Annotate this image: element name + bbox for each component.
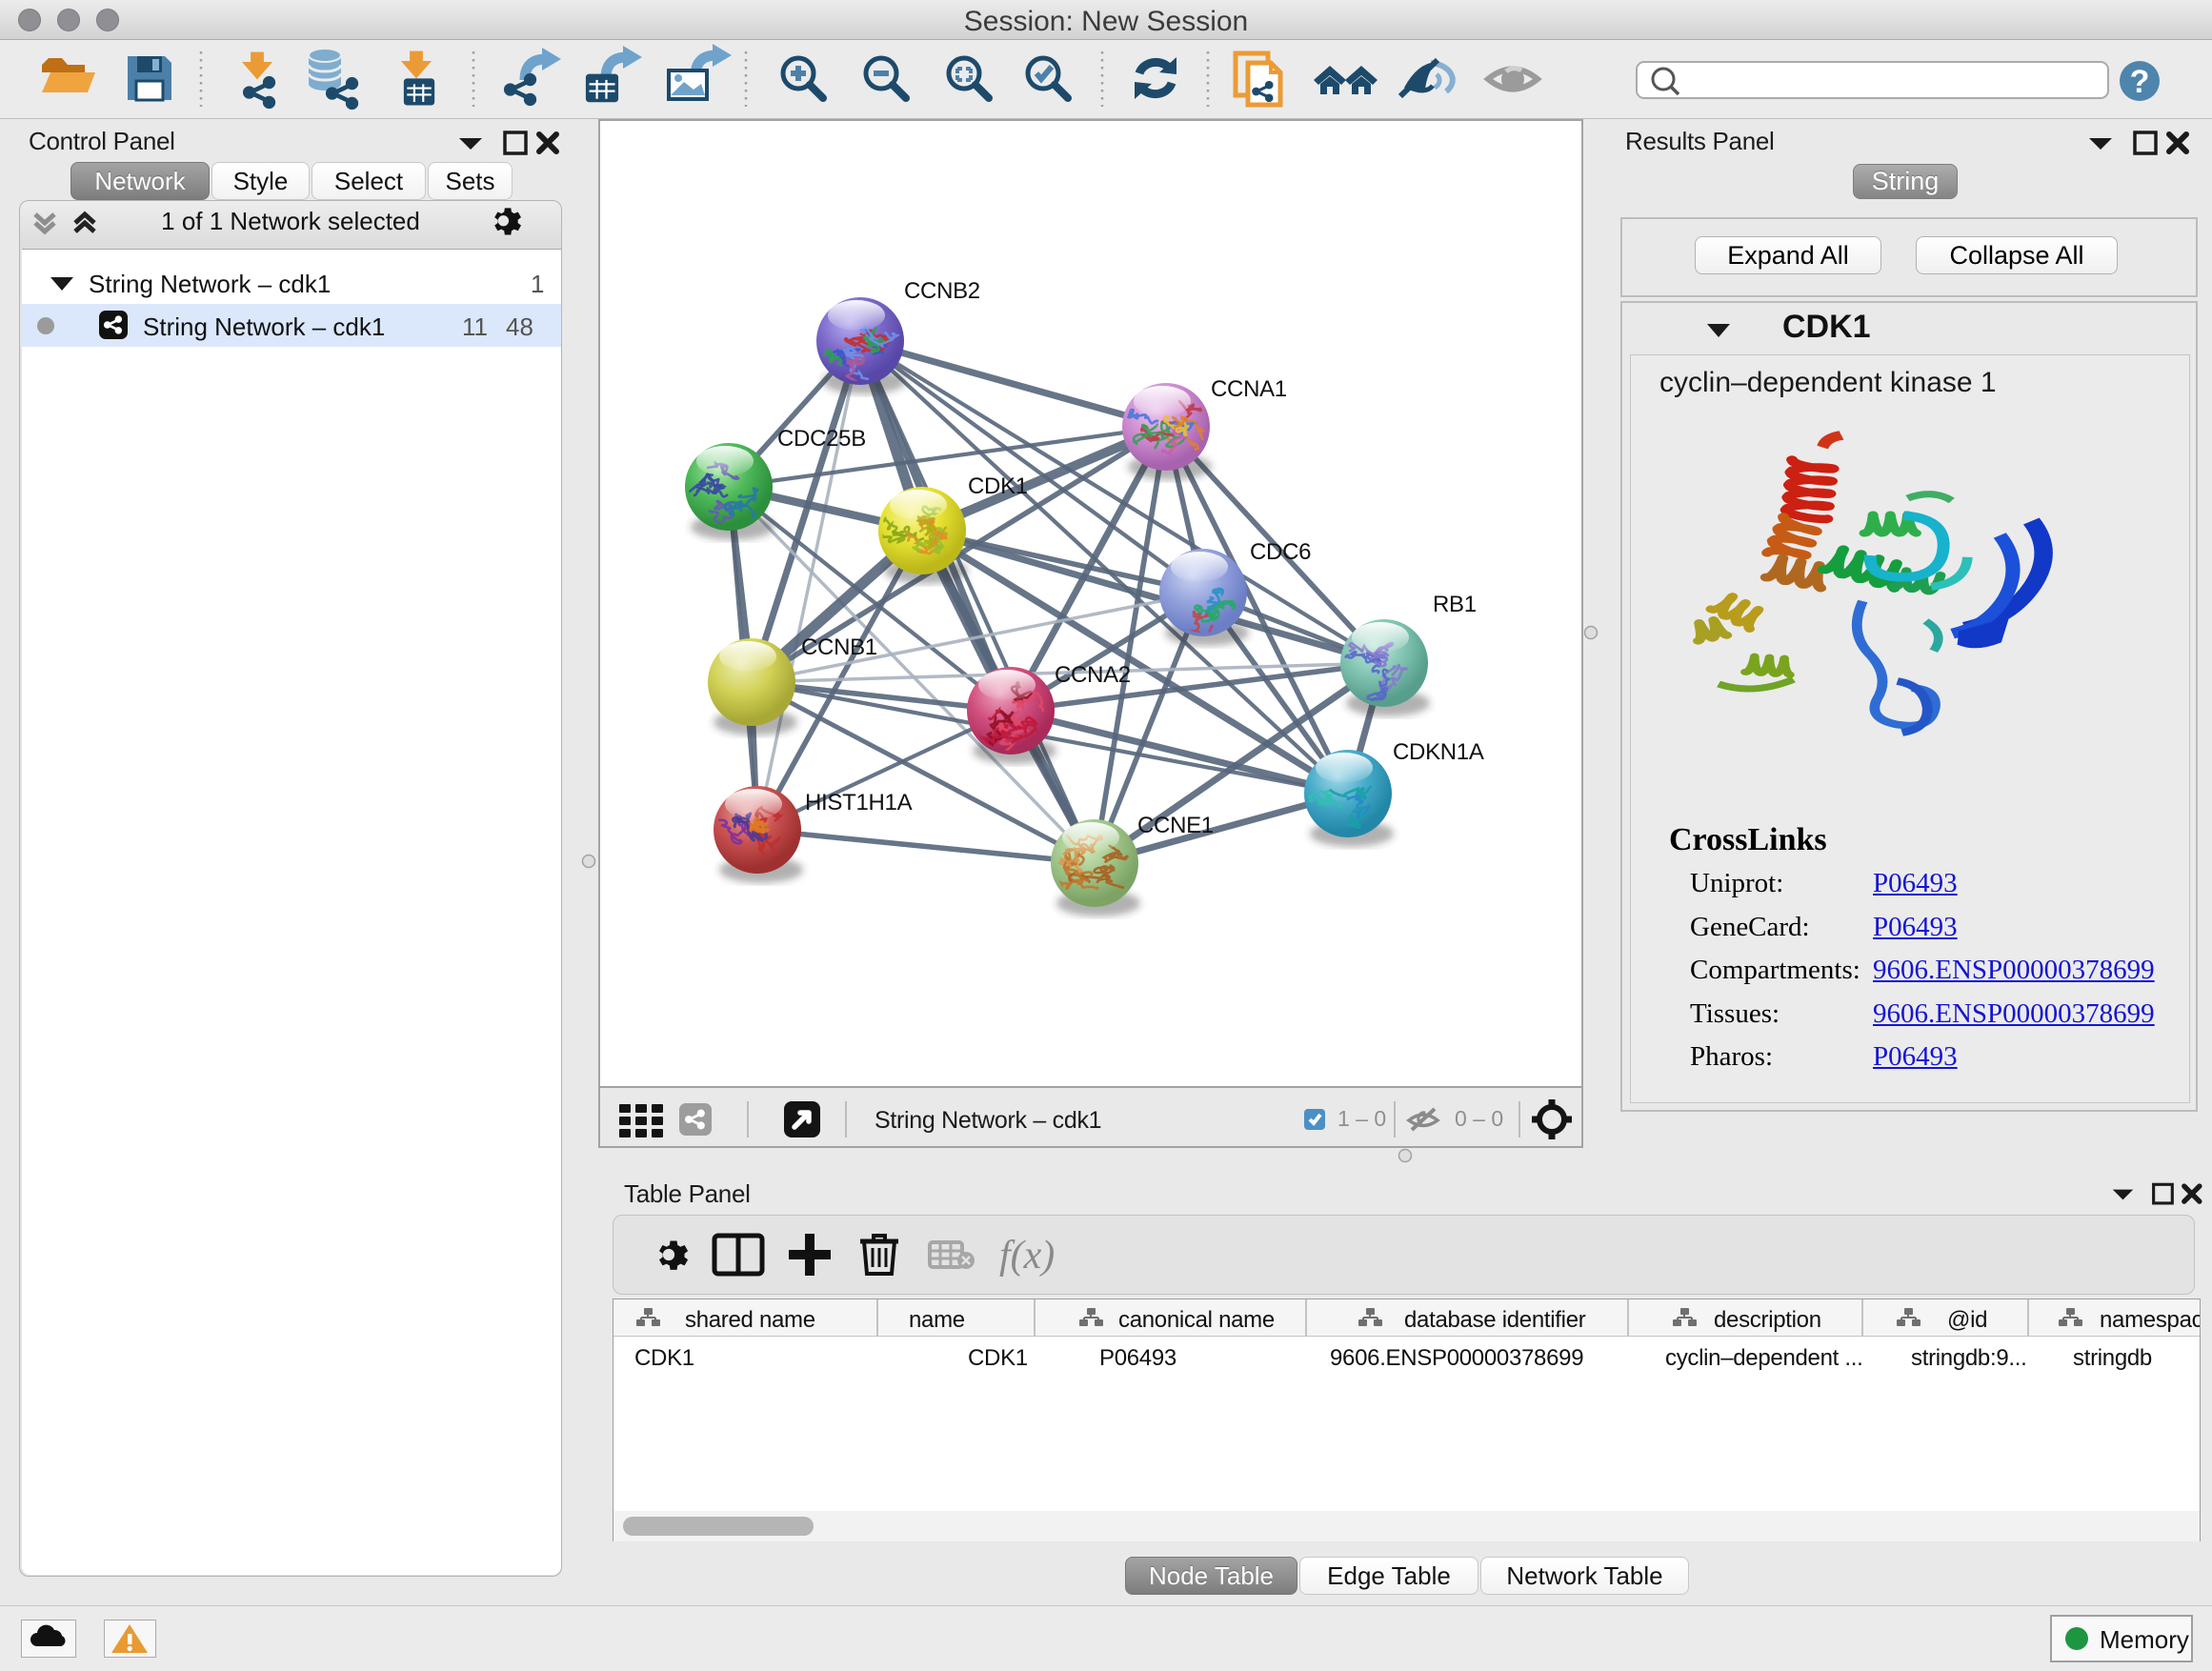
- svg-text:database identifier: database identifier: [1404, 1307, 1586, 1333]
- svg-text:RB1: RB1: [1433, 592, 1477, 617]
- svg-text:CCNA1: CCNA1: [1211, 376, 1287, 402]
- svg-text:P06493: P06493: [1099, 1345, 1176, 1371]
- svg-text:0 – 0: 0 – 0: [1455, 1106, 1503, 1131]
- svg-text:?: ?: [2130, 64, 2150, 100]
- svg-text:CCNE1: CCNE1: [1137, 813, 1214, 838]
- svg-text:stringdb:9...: stringdb:9...: [1911, 1345, 2027, 1371]
- svg-text:CDKN1A: CDKN1A: [1393, 739, 1484, 765]
- svg-text:CDC25B: CDC25B: [777, 426, 866, 452]
- svg-text:f(x): f(x): [999, 1234, 1055, 1278]
- svg-text:CCNB2: CCNB2: [904, 278, 980, 304]
- svg-text:stringdb: stringdb: [2073, 1345, 2152, 1371]
- svg-text:cyclin–dependent ...: cyclin–dependent ...: [1665, 1345, 1862, 1371]
- svg-text:CDK1: CDK1: [968, 473, 1028, 499]
- svg-text:String Network – cdk1: String Network – cdk1: [875, 1107, 1101, 1134]
- svg-text:CDK1: CDK1: [634, 1345, 694, 1371]
- svg-text:CCNA2: CCNA2: [1055, 662, 1131, 688]
- svg-text:name: name: [909, 1307, 965, 1333]
- svg-text:namespac: namespac: [2100, 1307, 2200, 1333]
- svg-text:@id: @id: [1947, 1307, 1987, 1333]
- svg-text:9606.ENSP00000378699: 9606.ENSP00000378699: [1330, 1345, 1583, 1371]
- svg-text:HIST1H1A: HIST1H1A: [805, 790, 913, 815]
- svg-text:description: description: [1714, 1307, 1821, 1333]
- svg-text:1 – 0: 1 – 0: [1337, 1106, 1386, 1131]
- svg-text:CDK1: CDK1: [968, 1345, 1028, 1371]
- svg-text:canonical name: canonical name: [1118, 1307, 1275, 1333]
- svg-text:CDC6: CDC6: [1250, 539, 1311, 565]
- svg-text:CCNB1: CCNB1: [801, 634, 877, 660]
- svg-text:shared name: shared name: [685, 1307, 815, 1333]
